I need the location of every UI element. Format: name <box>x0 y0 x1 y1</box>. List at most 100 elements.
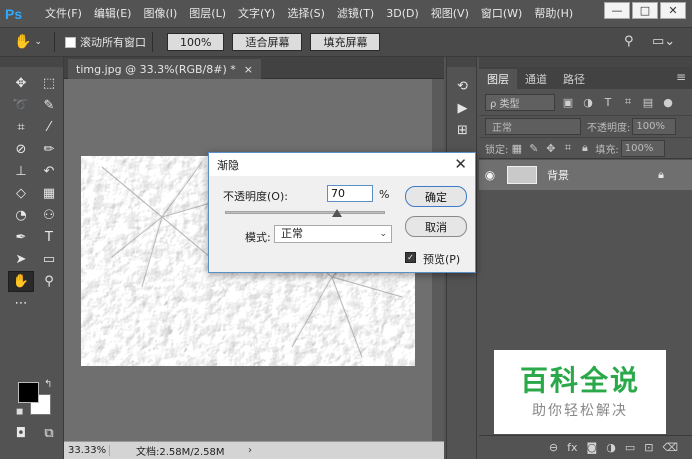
blur-tool-icon[interactable]: ◔ <box>8 205 34 226</box>
workspace-switcher-icon[interactable]: ▭⌄ <box>652 34 675 49</box>
panel-menu-icon[interactable]: ≡ <box>676 70 686 84</box>
menu-image[interactable]: 图像(I) <box>137 0 183 27</box>
quick-mask-icon[interactable]: ◘ <box>8 423 34 444</box>
status-bar: 33.33% 文档:2.58M/2.58M › <box>64 441 444 459</box>
filter-pixel-icon[interactable]: ▣ <box>561 96 575 109</box>
add-mask-icon[interactable]: ◙ <box>587 441 598 454</box>
menu-items: 文件(F) 编辑(E) 图像(I) 图层(L) 文字(Y) 选择(S) 滤镜(T… <box>39 0 579 27</box>
menu-type[interactable]: 文字(Y) <box>232 0 281 27</box>
history-panel-icon[interactable]: ⟲ <box>447 75 478 97</box>
cancel-button[interactable]: 取消 <box>405 216 467 237</box>
zoom-tool-icon[interactable]: ⚲ <box>36 271 62 292</box>
hand-tool-preset-icon[interactable]: ✋ ⌄ <box>14 32 48 52</box>
eyedropper-tool-icon[interactable]: ⁄ <box>36 117 62 138</box>
dialog-body: 不透明度(O): 70 % 模式: 正常 ⌄ 确定 取消 ✓ 预览(P) <box>209 176 475 273</box>
filter-smart-object-icon[interactable]: ▤ <box>641 96 655 109</box>
lock-all-icon[interactable]: 🔒︎ <box>576 141 593 155</box>
delete-layer-icon[interactable]: ⌫ <box>662 441 678 454</box>
menu-help[interactable]: 帮助(H) <box>528 0 579 27</box>
menu-filter[interactable]: 滤镜(T) <box>331 0 380 27</box>
lock-transparent-icon[interactable]: ▦ <box>508 142 525 155</box>
foreground-color-swatch[interactable] <box>18 382 39 403</box>
more-tools-icon[interactable]: ⋯ <box>8 293 34 314</box>
type-tool-icon[interactable]: T <box>36 227 62 248</box>
fill-input[interactable]: 100% <box>620 139 665 157</box>
toolbox-header <box>0 57 63 67</box>
fade-opacity-slider[interactable] <box>225 211 385 214</box>
pen-tool-icon[interactable]: ✒ <box>8 227 34 248</box>
menu-edit[interactable]: 编辑(E) <box>88 0 138 27</box>
layer-lock-icon: 🔒︎ <box>658 168 664 181</box>
path-select-tool-icon[interactable]: ➤ <box>8 249 34 270</box>
visibility-eye-icon[interactable]: ◉ <box>479 168 501 182</box>
dialog-close-icon[interactable]: ✕ <box>454 155 467 173</box>
fade-opacity-input[interactable]: 70 <box>327 185 373 202</box>
menu-view[interactable]: 视图(V) <box>425 0 475 27</box>
tab-paths[interactable]: 路径 <box>555 69 593 89</box>
actions-panel-icon[interactable]: ▶ <box>447 97 478 119</box>
document-tab-close-icon[interactable]: × <box>244 63 253 76</box>
layer-kind-select[interactable]: ρ 类型 <box>485 93 555 111</box>
maximize-button[interactable]: □ <box>632 2 658 19</box>
lock-position-icon[interactable]: ✥ <box>542 142 559 155</box>
lock-image-icon[interactable]: ✎ <box>525 142 542 155</box>
lasso-tool-icon[interactable]: ➰ <box>8 95 34 116</box>
new-group-icon[interactable]: ▭ <box>625 441 635 454</box>
screen-mode-icon[interactable]: ⧉ <box>36 423 62 444</box>
lock-artboard-icon[interactable]: ⌗ <box>559 141 576 155</box>
zoom-100-button[interactable]: 100% <box>167 33 225 51</box>
properties-panel-icon[interactable]: ⊞ <box>447 119 478 141</box>
layer-opacity-label: 不透明度: <box>587 123 631 134</box>
lock-label: 锁定: <box>485 144 509 156</box>
link-layers-icon[interactable]: ⊖ <box>549 441 558 454</box>
eraser-tool-icon[interactable]: ◇ <box>8 183 34 204</box>
clone-stamp-tool-icon[interactable]: ⊥ <box>8 161 34 182</box>
menu-window[interactable]: 窗口(W) <box>475 0 528 27</box>
fade-mode-select[interactable]: 正常 ⌄ <box>274 225 392 243</box>
preview-checkbox[interactable]: ✓ <box>405 252 416 263</box>
filter-adjustment-icon[interactable]: ◑ <box>581 96 595 109</box>
marquee-tool-icon[interactable]: ⬚ <box>36 73 62 94</box>
default-colors-icon[interactable]: ◼ <box>16 407 23 417</box>
quick-select-tool-icon[interactable]: ✎ <box>36 95 62 116</box>
fill-screen-button[interactable]: 填充屏幕 <box>310 33 381 51</box>
menu-select[interactable]: 选择(S) <box>281 0 331 27</box>
photoshop-logo-icon: Ps <box>5 5 23 22</box>
fit-screen-button[interactable]: 适合屏幕 <box>232 33 303 51</box>
new-layer-icon[interactable]: ⊡ <box>644 441 653 454</box>
document-tab[interactable]: timg.jpg @ 33.3%(RGB/8#) * × <box>68 59 261 79</box>
brush-tool-icon[interactable]: ✏ <box>36 139 62 160</box>
gradient-tool-icon[interactable]: ▦ <box>36 183 62 204</box>
filter-type-icon[interactable]: T <box>601 96 615 109</box>
tab-channels[interactable]: 通道 <box>517 69 555 89</box>
hand-tool-icon[interactable]: ✋ <box>8 271 34 292</box>
minimize-button[interactable]: — <box>604 2 630 19</box>
layer-opacity-input[interactable]: 100% <box>632 118 677 135</box>
ok-button[interactable]: 确定 <box>405 186 467 207</box>
scroll-all-windows-checkbox[interactable] <box>65 36 76 48</box>
healing-brush-tool-icon[interactable]: ⊘ <box>8 139 34 160</box>
adjustment-layer-icon[interactable]: ◑ <box>606 441 616 454</box>
menu-layer[interactable]: 图层(L) <box>183 0 232 27</box>
history-brush-tool-icon[interactable]: ↶ <box>36 161 62 182</box>
tab-layers[interactable]: 图层 <box>479 69 517 89</box>
status-menu-arrow-icon[interactable]: › <box>248 445 252 456</box>
close-window-button[interactable]: ✕ <box>660 2 686 19</box>
blend-mode-select[interactable]: 正常 <box>485 118 581 135</box>
swap-colors-icon[interactable]: ↰ <box>44 379 52 390</box>
rectangle-tool-icon[interactable]: ▭ <box>36 249 62 270</box>
filter-toggle-icon[interactable]: ● <box>661 96 675 109</box>
layers-panel-header <box>479 57 692 67</box>
move-tool-icon[interactable]: ✥ <box>8 73 34 94</box>
layer-style-icon[interactable]: fx <box>567 441 577 454</box>
layer-row-background[interactable]: ◉ 背景 🔒︎ <box>479 160 692 190</box>
menu-file[interactable]: 文件(F) <box>39 0 88 27</box>
crop-tool-icon[interactable]: ⌗ <box>8 117 34 138</box>
menu-3d[interactable]: 3D(D) <box>380 0 425 27</box>
fade-opacity-slider-thumb[interactable] <box>332 209 342 217</box>
status-zoom[interactable]: 33.33% <box>64 445 110 456</box>
search-icon[interactable]: ⚲ <box>624 34 634 49</box>
filter-shape-icon[interactable]: ⌗ <box>621 95 635 109</box>
dodge-tool-icon[interactable]: ⚇ <box>36 205 62 226</box>
fade-dialog: 渐隐 ✕ 不透明度(O): 70 % 模式: 正常 ⌄ 确定 取消 ✓ 预览(P… <box>208 152 476 273</box>
